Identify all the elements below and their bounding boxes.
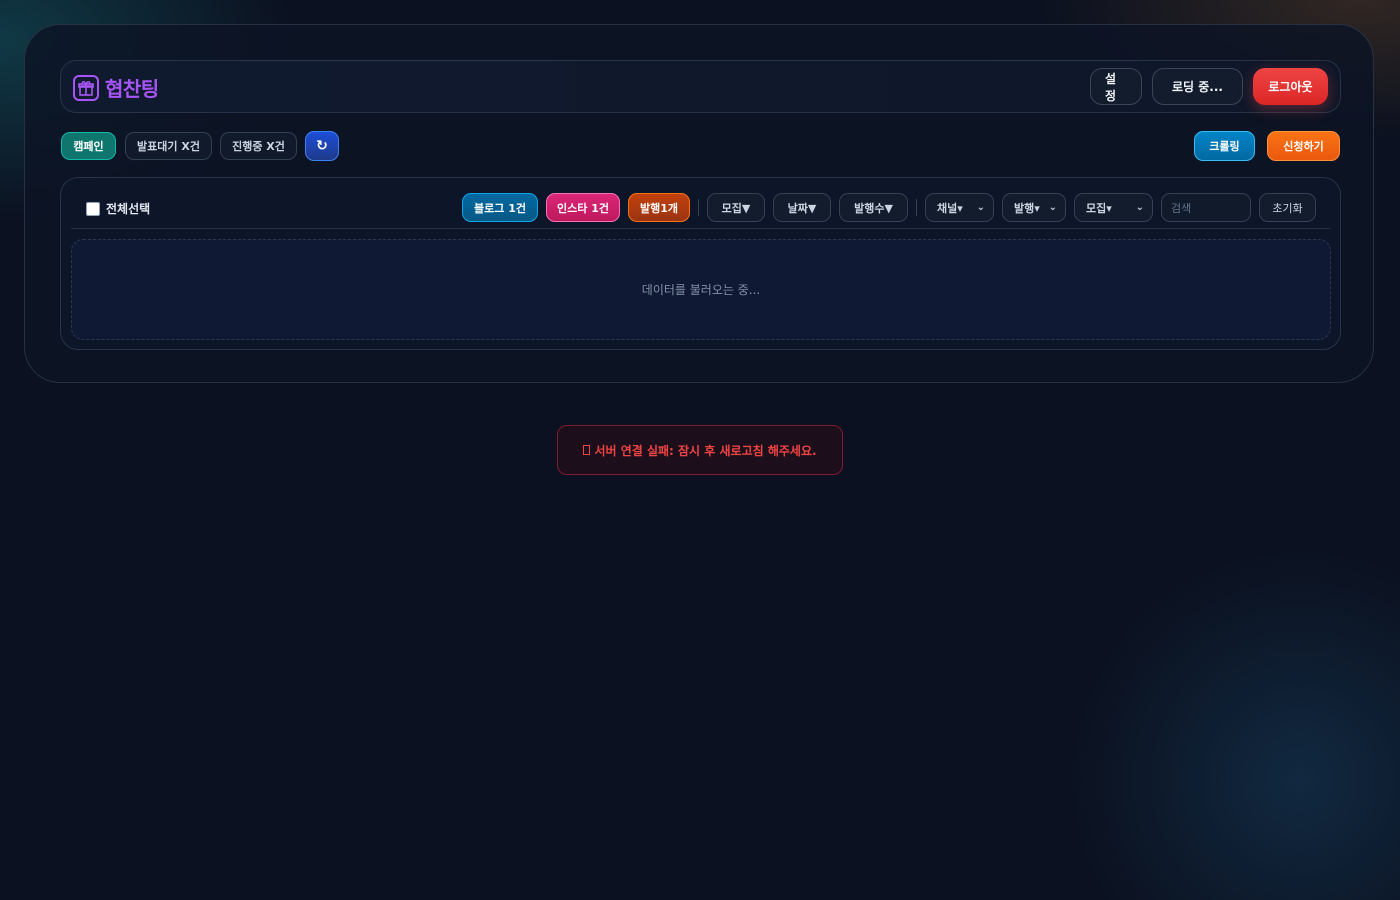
toolbar-divider xyxy=(698,199,699,216)
chevron-down-icon: ⌄ xyxy=(1048,202,1057,213)
select-all[interactable]: 전체선택 xyxy=(86,200,150,217)
logout-button[interactable]: 로그아웃 xyxy=(1253,68,1328,105)
pending-count-badge[interactable]: 발표대기 X건 xyxy=(125,132,212,160)
error-toast-message: 서버 연결 실패: 잠시 후 새로고침 해주세요. xyxy=(594,443,817,458)
top-bar: 협찬팅 설정 로딩 중... 로그아웃 xyxy=(60,60,1341,113)
status-row: 캠페인 발표대기 X건 진행중 X건 ↻ 크롤링 신청하기 xyxy=(61,131,1341,162)
refresh-icon: ↻ xyxy=(316,138,328,154)
sort-publish-count-button[interactable]: 발행수▼ xyxy=(839,193,908,222)
select-all-checkbox[interactable] xyxy=(86,201,100,216)
refresh-button[interactable]: ↻ xyxy=(305,131,339,161)
sort-recruit-button[interactable]: 모집▼ xyxy=(707,193,765,222)
logo-text: 협찬팅 xyxy=(105,77,159,101)
apply-button[interactable]: 신청하기 xyxy=(1267,131,1340,161)
publish-filter-button[interactable]: 발행1개 xyxy=(628,193,690,222)
blog-filter-button[interactable]: 블로그 1건 xyxy=(462,193,538,222)
chevron-down-icon: ⌄ xyxy=(976,202,985,213)
search-placeholder: 검색 xyxy=(1171,201,1192,215)
chevron-down-icon: ⌄ xyxy=(1135,202,1144,213)
sort-date-button[interactable]: 날짜▼ xyxy=(773,193,831,222)
select-all-label: 전체선택 xyxy=(106,202,151,216)
campaign-list-panel: 전체선택 블로그 1건 인스타 1건 발행1개 모집▼ 날짜▼ 발행수▼ 채널▾… xyxy=(60,177,1341,350)
error-toast: 서버 연결 실패: 잠시 후 새로고침 해주세요. xyxy=(557,425,843,475)
crawl-button[interactable]: 크롤링 xyxy=(1194,131,1255,161)
main-container: 협찬팅 설정 로딩 중... 로그아웃 캠페인 발표대기 X건 진행중 X건 ↻… xyxy=(24,24,1374,383)
user-status-button[interactable]: 로딩 중... xyxy=(1152,68,1243,105)
reset-button[interactable]: 초기화 xyxy=(1259,193,1316,222)
settings-button[interactable]: 설정 xyxy=(1090,68,1142,105)
filter-toolbar: 전체선택 블로그 1건 인스타 1건 발행1개 모집▼ 날짜▼ 발행수▼ 채널▾… xyxy=(71,192,1331,229)
header-actions: 설정 로딩 중... 로그아웃 xyxy=(1090,68,1328,105)
channel-select[interactable]: 채널▾ ⌄ xyxy=(925,193,994,222)
toolbar-divider xyxy=(916,199,917,216)
gift-icon xyxy=(73,74,99,101)
channel-select-value: 채널▾ xyxy=(937,201,963,215)
logo[interactable]: 협찬팅 xyxy=(73,73,159,102)
recruit-select-value: 모집▾ xyxy=(1086,201,1112,215)
missing-glyph-icon xyxy=(583,445,591,455)
recruit-select[interactable]: 모집▾ ⌄ xyxy=(1074,193,1153,222)
in-progress-count-badge[interactable]: 진행중 X건 xyxy=(220,132,297,160)
publish-select[interactable]: 발행▾ ⌄ xyxy=(1002,193,1066,222)
search-input[interactable]: 검색 xyxy=(1161,193,1251,222)
campaign-tab[interactable]: 캠페인 xyxy=(61,132,116,160)
loading-placeholder: 데이터를 불러오는 중... xyxy=(71,239,1331,340)
insta-filter-button[interactable]: 인스타 1건 xyxy=(546,193,620,222)
publish-select-value: 발행▾ xyxy=(1014,201,1040,215)
loading-text: 데이터를 불러오는 중... xyxy=(641,283,761,297)
